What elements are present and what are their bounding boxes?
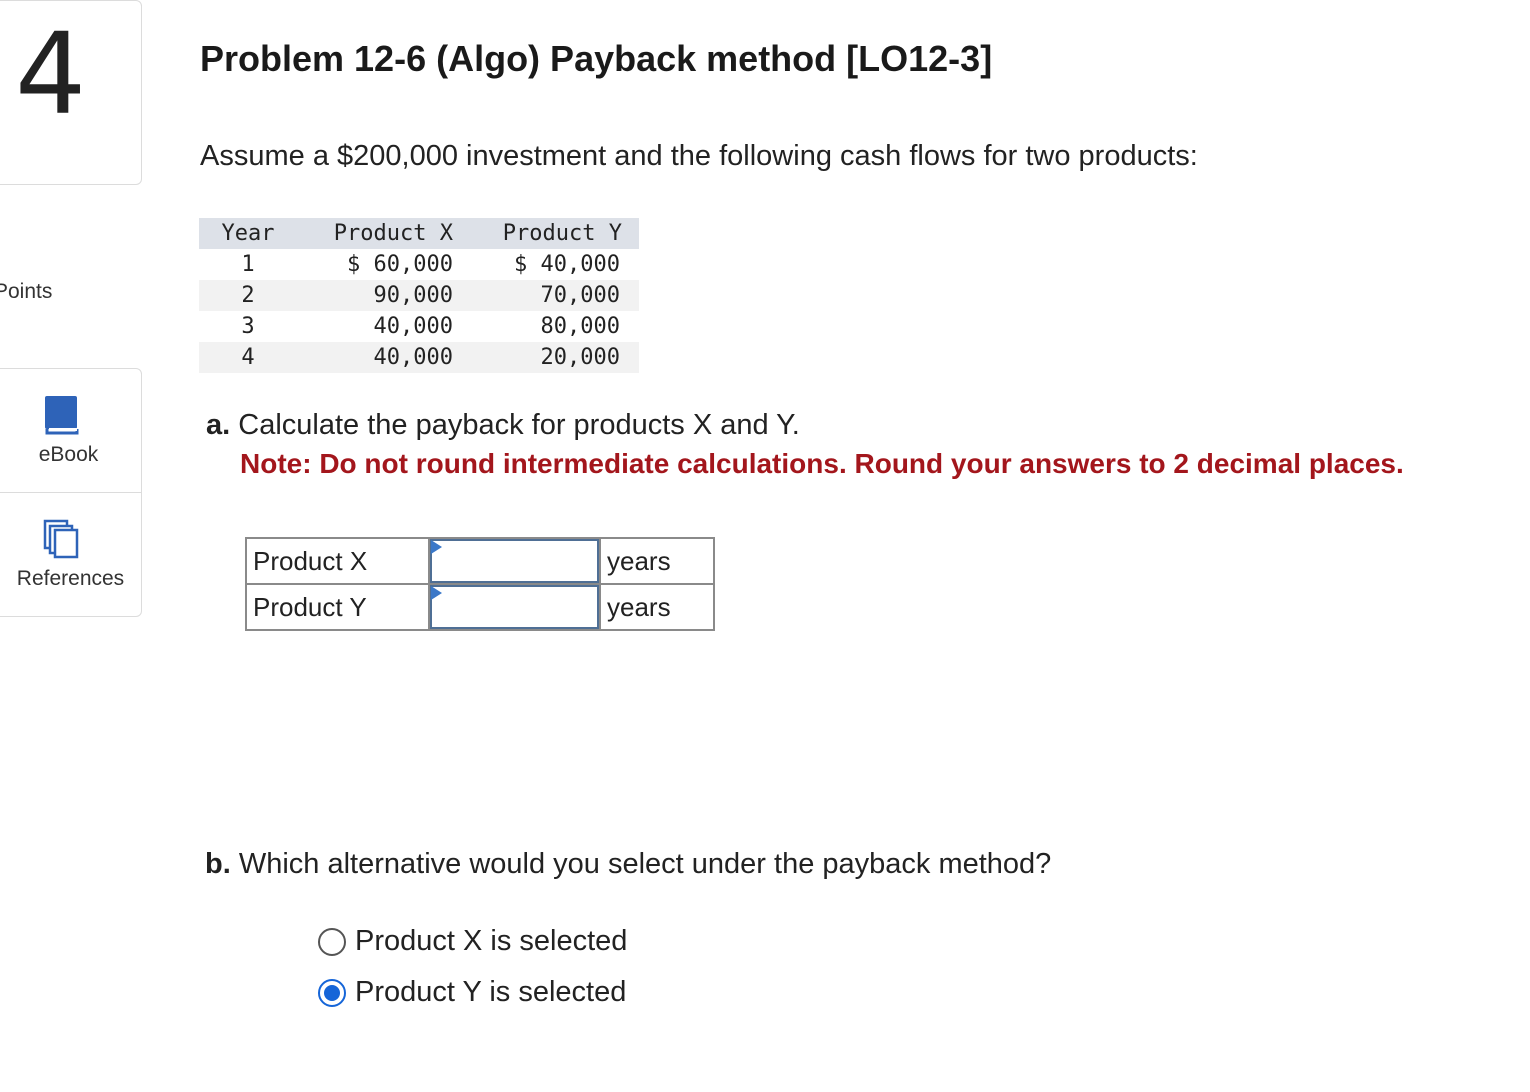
part-b-letter: b. [205,848,231,880]
table-row: 1 $ 60,000 $ 40,000 [199,249,639,280]
answer-cell [428,583,601,631]
part-b-text: Which alternative would you select under… [238,848,1052,880]
input-flag-icon [431,540,442,554]
ebook-button[interactable]: eBook [0,369,142,493]
question-number: 4 [15,10,87,140]
problem-title: Problem 12-6 (Algo) Payback method [LO12… [200,38,993,79]
problem-intro: Assume a $200,000 investment and the fol… [200,140,1198,172]
product-x-cell: 90,000 [297,280,463,311]
answer-cell [428,537,601,585]
header-product-y: Product Y [463,218,639,249]
product-y-cell: 80,000 [540,314,620,339]
part-a-prompt: a. Calculate the payback for products X … [206,409,800,442]
payback-answer-table: Product X years Product Y years [245,537,715,631]
tools-card: eBook References [0,368,142,617]
product-x-cell: $ 60,000 [347,252,453,277]
references-label: References [16,567,125,590]
answer-label: Product X [245,537,430,585]
references-button[interactable]: References [0,493,142,617]
product-x-cell: 40,000 [373,314,453,339]
year-cell: 2 [199,280,297,311]
option-product-x[interactable]: Product X is selected [318,925,627,958]
radio-product-y[interactable] [318,978,346,1007]
year-cell: 1 [241,252,255,277]
product-x-cell: 40,000 [297,342,463,373]
product-y-cell: 20,000 [463,342,639,373]
option-label: Product Y is selected [355,976,627,1008]
header-product-x: Product X [297,218,463,249]
table-row: 2 90,000 70,000 [199,280,639,311]
part-a-letter: a. [206,409,231,441]
year-cell: 3 [241,314,255,339]
table-row: 3 40,000 80,000 [199,311,639,342]
payback-y-input[interactable] [430,585,599,629]
references-icon [43,519,79,559]
part-b-prompt: b. Which alternative would you select un… [205,848,1051,881]
cash-flow-table: Year Product X Product Y 1 $ 60,000 $ 40… [199,218,639,373]
option-product-y[interactable]: Product Y is selected [318,976,626,1009]
product-y-cell: 70,000 [463,280,639,311]
question-page: 4 Points eBook References Problem 12-6 (… [0,0,1530,1092]
input-flag-icon [431,586,442,600]
product-y-cell: $ 40,000 [514,252,620,277]
cash-flow-header-row: Year Product X Product Y [199,218,639,249]
answer-row-product-y: Product Y years [245,583,715,631]
option-label: Product X is selected [355,925,628,957]
payback-x-input[interactable] [430,539,599,583]
question-number-card: 4 [0,0,142,185]
rounding-note: Note: Do not round intermediate calculat… [240,448,1404,479]
year-cell: 4 [199,342,297,373]
ebook-label: eBook [38,443,99,466]
answer-row-product-x: Product X years [245,537,715,585]
answer-unit: years [599,537,715,585]
radio-product-x[interactable] [318,927,346,956]
answer-label: Product Y [245,583,430,631]
points-label: Points [0,280,53,303]
part-a-text: Calculate the payback for products X and… [238,409,800,441]
answer-unit: years [599,583,715,631]
table-row: 4 40,000 20,000 [199,342,639,373]
header-year: Year [199,218,297,249]
book-icon [45,396,79,435]
